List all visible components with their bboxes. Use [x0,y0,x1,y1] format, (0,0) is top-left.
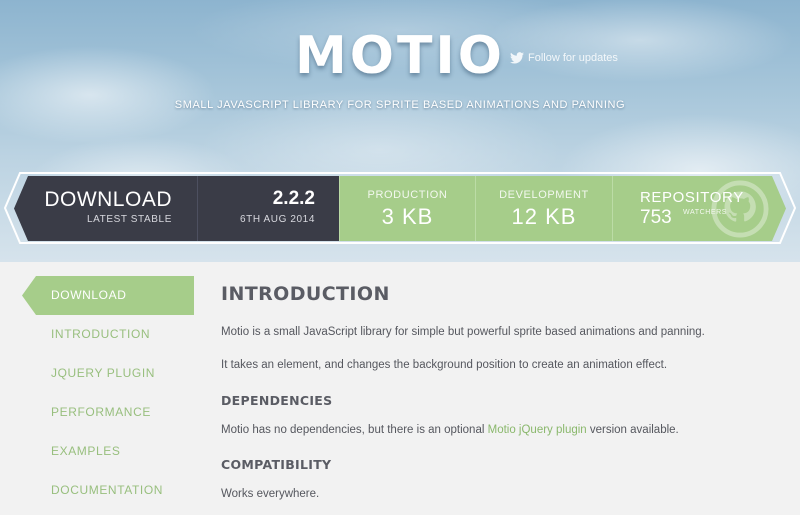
download-subtitle: LATEST STABLE [86,214,172,225]
download-title: DOWNLOAD [44,188,172,211]
sidebar-item-documentation[interactable]: DOCUMENTATION [22,471,194,510]
watchers-unit: WATCHERS [683,209,728,216]
production-download-button[interactable]: PRODUCTION 3 KB [339,176,475,241]
development-download-button[interactable]: DEVELOPMENT 12 KB [475,176,612,241]
sidebar-item-examples[interactable]: EXAMPLES [22,432,194,471]
motio-jquery-plugin-link[interactable]: Motio jQuery plugin [488,424,587,436]
follow-link[interactable]: Follow for updates [510,52,618,64]
tagline: SMALL JAVASCRIPT LIBRARY FOR SPRITE BASE… [174,99,626,111]
production-label: PRODUCTION [367,189,448,201]
dependencies-text-after: version available. [586,424,679,436]
section-title: INTRODUCTION [221,283,390,305]
development-label: DEVELOPMENT [499,189,589,201]
sidebar-nav: DOWNLOAD INTRODUCTION JQUERY PLUGIN PERF… [22,276,194,510]
dependencies-text-before: Motio has no dependencies, but there is … [221,424,488,436]
compatibility-heading: COMPATIBILITY [221,457,332,472]
sidebar-item-jquery-plugin[interactable]: JQUERY PLUGIN [22,354,194,393]
version-number: 2.2.2 [272,188,315,209]
version-date: 6TH AUG 2014 [239,214,315,225]
main-content: INTRODUCTION Motio is a small JavaScript… [221,283,781,500]
version-info: 2.2.2 6TH AUG 2014 [197,176,339,241]
dependencies-heading: DEPENDENCIES [221,393,333,408]
development-size: 12 KB [511,204,577,229]
production-size: 3 KB [381,204,434,229]
watchers-count: 753 [640,207,672,228]
follow-label: Follow for updates [528,52,618,64]
compatibility-paragraph: Works everywhere. [221,488,320,500]
stats-ribbon: DOWNLOAD LATEST STABLE 2.2.2 6TH AUG 201… [14,176,786,241]
sidebar-item-introduction[interactable]: INTRODUCTION [22,315,194,354]
repository-button[interactable]: REPOSITORY 753 WATCHERS [612,176,786,241]
repository-label: REPOSITORY [640,189,744,206]
download-latest-button[interactable]: DOWNLOAD LATEST STABLE [14,176,197,241]
sidebar-item-download[interactable]: DOWNLOAD [22,276,194,315]
site-logo[interactable]: MOTIO [0,26,800,86]
intro-paragraph-1: Motio is a small JavaScript library for … [221,326,705,338]
dependencies-paragraph: Motio has no dependencies, but there is … [221,424,679,436]
twitter-bird-icon [510,52,524,64]
intro-paragraph-2: It takes an element, and changes the bac… [221,359,668,371]
sidebar-item-performance[interactable]: PERFORMANCE [22,393,194,432]
